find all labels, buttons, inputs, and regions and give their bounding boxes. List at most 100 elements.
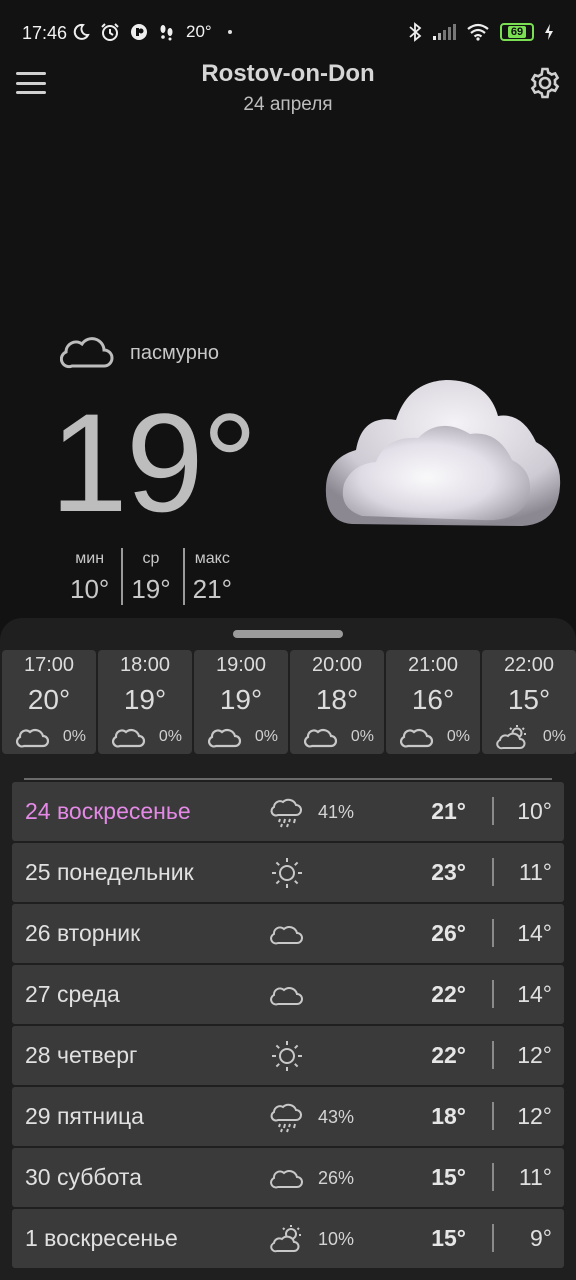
condition-text: пасмурно: [130, 342, 219, 364]
day-row[interactable]: 25 понедельник 23° 11°: [12, 843, 564, 902]
day-row[interactable]: 1 воскресенье 10% 15° 9°: [12, 1209, 564, 1268]
hour-time: 19:00: [215, 654, 267, 676]
day-min-temp: 9°: [530, 1225, 552, 1251]
day-max-temp: 23°: [431, 859, 466, 885]
avg-temp-stat: ср 19°: [121, 548, 182, 605]
day-min-temp: 11°: [518, 859, 552, 885]
hour-time: 20:00: [311, 654, 363, 676]
hour-temp: 15°: [507, 684, 551, 715]
day-name: 24 воскресенье: [25, 798, 191, 824]
day-precip: 41%: [318, 802, 355, 822]
day-max-temp: 21°: [431, 798, 466, 824]
hourly-forecast[interactable]: 17:00 20° 0% 18:00 19° 0% 19:00 19° 0% 2…: [0, 650, 576, 754]
status-bar: 17:46 20° 69: [0, 0, 576, 66]
hour-time: 17:00: [23, 654, 75, 676]
hour-precip: 0%: [350, 728, 374, 745]
day-name: 25 понедельник: [25, 859, 194, 885]
status-time: 17:46: [22, 23, 68, 43]
day-row[interactable]: 28 четверг 22° 12°: [12, 1026, 564, 1085]
footsteps-icon: [160, 25, 173, 41]
status-system-icons: 69: [408, 22, 554, 42]
more-notifications-dot: [227, 30, 232, 34]
day-name: 26 вторник: [25, 920, 141, 946]
temp-separator: [492, 1224, 494, 1252]
min-temp-stat: мин 10°: [62, 548, 121, 605]
status-notification-icons: 20°: [72, 22, 232, 42]
day-min-temp: 12°: [517, 1042, 552, 1068]
cloud-icon: [112, 729, 146, 748]
hour-card[interactable]: 18:00 19° 0%: [98, 650, 192, 754]
cloud-icon: [16, 729, 50, 748]
day-name: 29 пятница: [25, 1103, 144, 1129]
hour-card[interactable]: 22:00 15° 0%: [482, 650, 576, 754]
cloud-icon: [270, 1170, 303, 1189]
signal-icon: [433, 24, 456, 40]
hour-precip: 0%: [62, 728, 86, 745]
sheet-drag-handle[interactable]: [233, 630, 343, 638]
day-max-temp: 15°: [431, 1164, 466, 1190]
overcast-icon: [60, 337, 114, 369]
temp-separator: [492, 1102, 494, 1130]
day-row[interactable]: 29 пятница 43% 18° 12°: [12, 1087, 564, 1146]
temp-separator: [492, 980, 494, 1008]
cloud-icon: [270, 926, 303, 945]
day-row[interactable]: 27 среда 22° 14°: [12, 965, 564, 1024]
day-name: 1 воскресенье: [25, 1225, 178, 1251]
hour-card[interactable]: 17:00 20° 0%: [2, 650, 96, 754]
day-min-temp: 12°: [517, 1103, 552, 1129]
temp-separator: [492, 919, 494, 947]
day-max-temp: 26°: [431, 920, 466, 946]
cloud-icon: [270, 987, 303, 1006]
app-icon: [131, 24, 147, 40]
temp-separator: [492, 1163, 494, 1191]
hour-temp: 19°: [219, 684, 263, 715]
max-value: 21°: [192, 574, 232, 604]
forecast-sheet: 17:00 20° 0% 18:00 19° 0% 19:00 19° 0% 2…: [0, 618, 576, 1280]
day-row[interactable]: 26 вторник 26° 14°: [12, 904, 564, 963]
cloud-icon: [304, 729, 338, 748]
day-min-temp: 10°: [517, 798, 552, 824]
max-temp-stat: макс 21°: [182, 548, 244, 605]
city-name[interactable]: Rostov-on-Don: [0, 60, 576, 88]
day-precip: 26%: [318, 1168, 355, 1188]
rain-icon: [270, 798, 302, 828]
day-min-temp: 14°: [517, 981, 552, 1007]
min-value: 10°: [70, 574, 110, 604]
day-max-temp: 22°: [431, 981, 466, 1007]
cloud-icon: [400, 729, 434, 748]
hour-card[interactable]: 21:00 16° 0%: [386, 650, 480, 754]
hour-card[interactable]: 19:00 19° 0%: [194, 650, 288, 754]
hour-precip: 0%: [542, 728, 566, 745]
charging-icon: [545, 24, 553, 40]
hour-time: 18:00: [119, 654, 171, 676]
temperature-stats: мин 10° ср 19° макс 21°: [62, 548, 244, 605]
hour-temp: 20°: [27, 684, 71, 715]
settings-gear-icon[interactable]: [528, 66, 562, 100]
day-precip: 43%: [318, 1107, 355, 1127]
status-temp: 20°: [186, 22, 212, 41]
bluetooth-icon: [409, 22, 422, 42]
day-max-temp: 15°: [431, 1225, 466, 1251]
moon-icon: [73, 23, 90, 40]
day-precip: 10%: [318, 1229, 355, 1249]
day-name: 27 среда: [25, 981, 120, 1007]
avg-label: ср: [142, 550, 160, 567]
hour-precip: 0%: [254, 728, 278, 745]
min-label: мин: [75, 550, 105, 567]
sun-icon: [272, 858, 302, 888]
hour-time: 21:00: [407, 654, 459, 676]
cloud-illustration: [325, 380, 561, 526]
day-row[interactable]: 30 суббота 26% 15° 11°: [12, 1148, 564, 1207]
partly-cloudy-icon: [270, 1225, 301, 1253]
temp-separator: [492, 1041, 494, 1069]
cloud-icon: [208, 729, 242, 748]
rain-icon: [270, 1103, 302, 1133]
day-row[interactable]: 24 воскресенье 41% 21° 10°: [12, 782, 564, 841]
hour-card[interactable]: 20:00 18° 0%: [290, 650, 384, 754]
temp-separator: [492, 858, 494, 886]
avg-value: 19°: [131, 574, 171, 604]
battery-level: 69: [507, 26, 527, 38]
hour-precip: 0%: [158, 728, 182, 745]
sun-icon: [272, 1041, 302, 1071]
wifi-icon: [467, 23, 489, 41]
